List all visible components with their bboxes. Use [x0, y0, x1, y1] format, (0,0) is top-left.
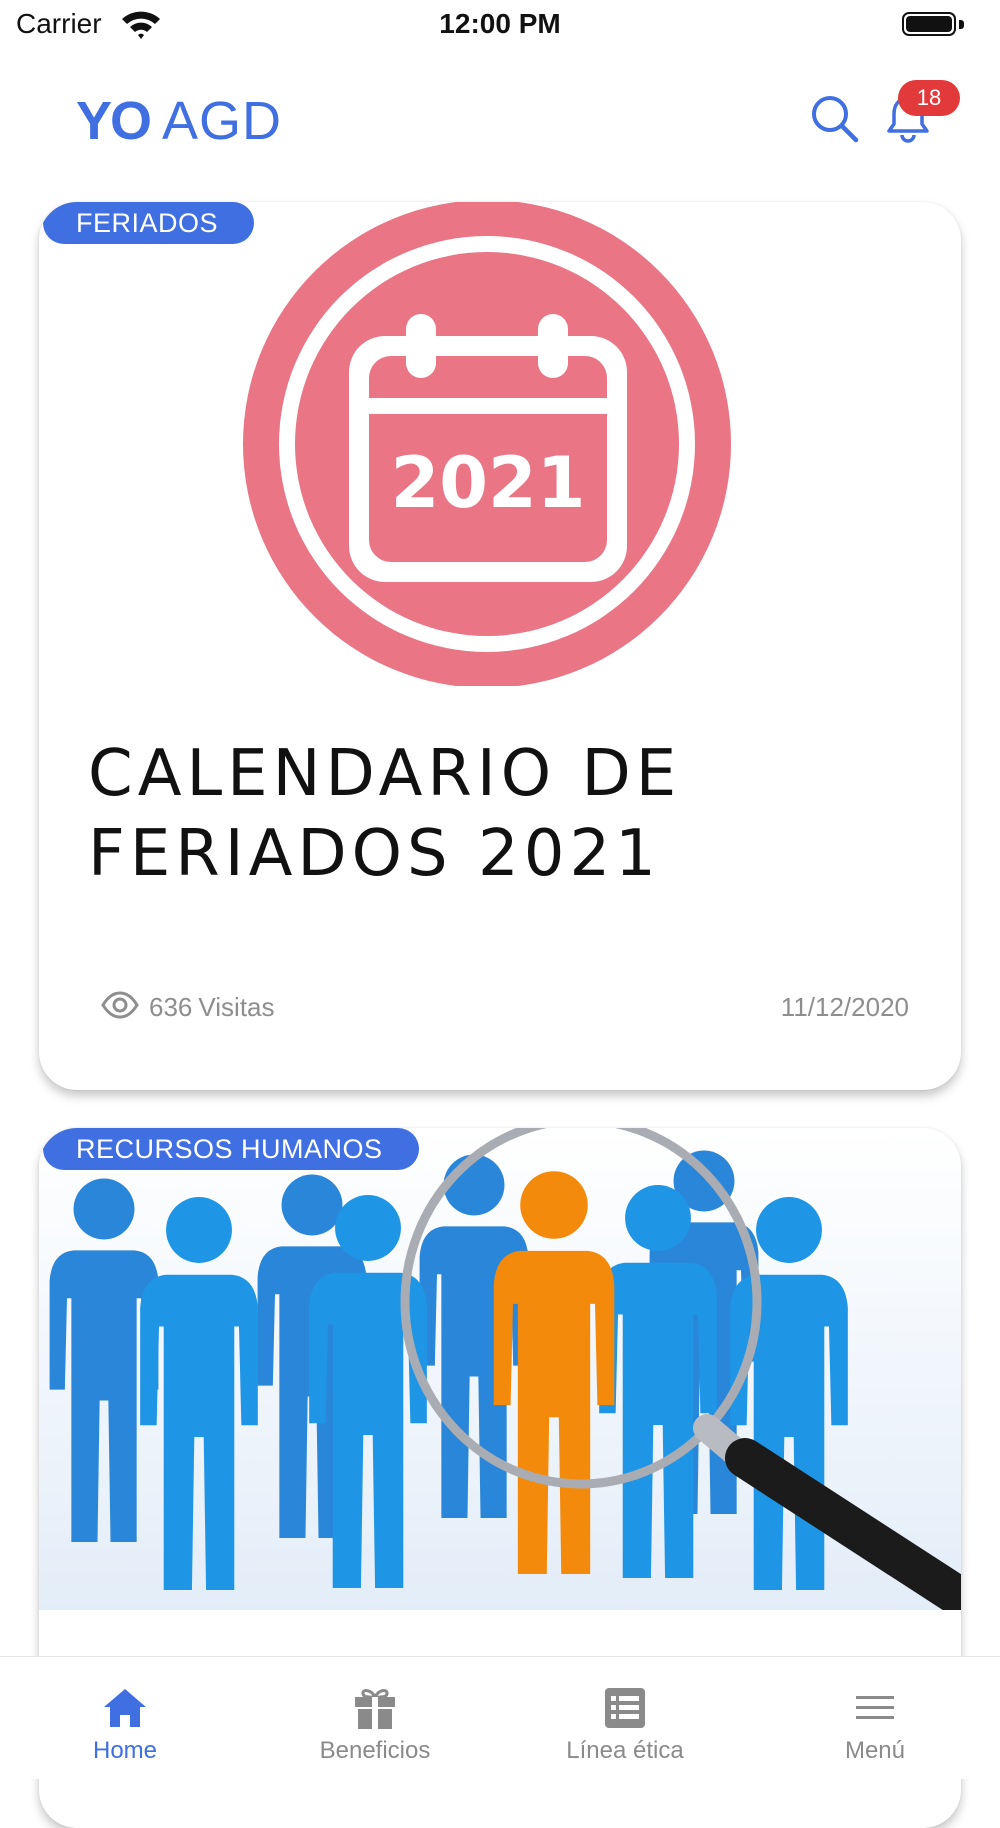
eye-icon	[101, 991, 139, 1019]
clock: 12:00 PM	[439, 8, 561, 39]
tab-label: Menú	[844, 1737, 906, 1764]
search-icon[interactable]	[806, 90, 862, 146]
battery-icon	[902, 12, 956, 36]
bottom-tab-bar: Home Beneficios Línea ética Menú	[0, 1656, 1000, 1779]
visits-count: 636 Visitas	[149, 992, 275, 1023]
people-magnifier-image	[39, 1128, 961, 1610]
home-icon	[104, 1689, 146, 1727]
notification-badge: 18	[898, 80, 960, 116]
menu-icon	[856, 1696, 894, 1719]
card-meta: 636 Visitas 11/12/2020	[101, 988, 909, 1028]
card-date: 11/12/2020	[780, 992, 909, 1022]
status-bar: Carrier 12:00 PM	[0, 0, 1000, 52]
card-title[interactable]: CALENDARIO DE FERIADOS 2021	[88, 734, 908, 894]
category-tag[interactable]: FERIADOS	[43, 202, 255, 244]
visits-number: 636	[149, 992, 193, 1022]
logo-yo: YO	[76, 91, 152, 151]
calendar-2021-image: 2021	[243, 202, 731, 686]
tab-label: Línea ética	[566, 1737, 684, 1764]
gift-icon	[355, 1689, 395, 1729]
logo-agd: AGD	[162, 91, 283, 151]
calendar-year-text: 2021	[391, 442, 586, 524]
tab-beneficios[interactable]: Beneficios	[295, 1685, 455, 1765]
app-logo[interactable]: YO AGD	[76, 90, 282, 152]
category-tag[interactable]: RECURSOS HUMANOS	[43, 1128, 419, 1170]
visits-label: Visitas	[198, 992, 275, 1022]
news-card[interactable]: FERIADOS 2021 CALENDARIO DE FERIADOS 202…	[39, 202, 961, 1090]
app-header: YO AGD	[0, 60, 1000, 170]
tab-menu[interactable]: Menú	[795, 1685, 955, 1765]
tab-label: Home	[92, 1737, 158, 1764]
tab-home[interactable]: Home	[45, 1685, 205, 1765]
battery-tip	[959, 20, 964, 29]
tab-linea-etica[interactable]: Línea ética	[545, 1685, 705, 1765]
tab-label: Beneficios	[319, 1737, 431, 1764]
list-icon	[605, 1688, 645, 1728]
